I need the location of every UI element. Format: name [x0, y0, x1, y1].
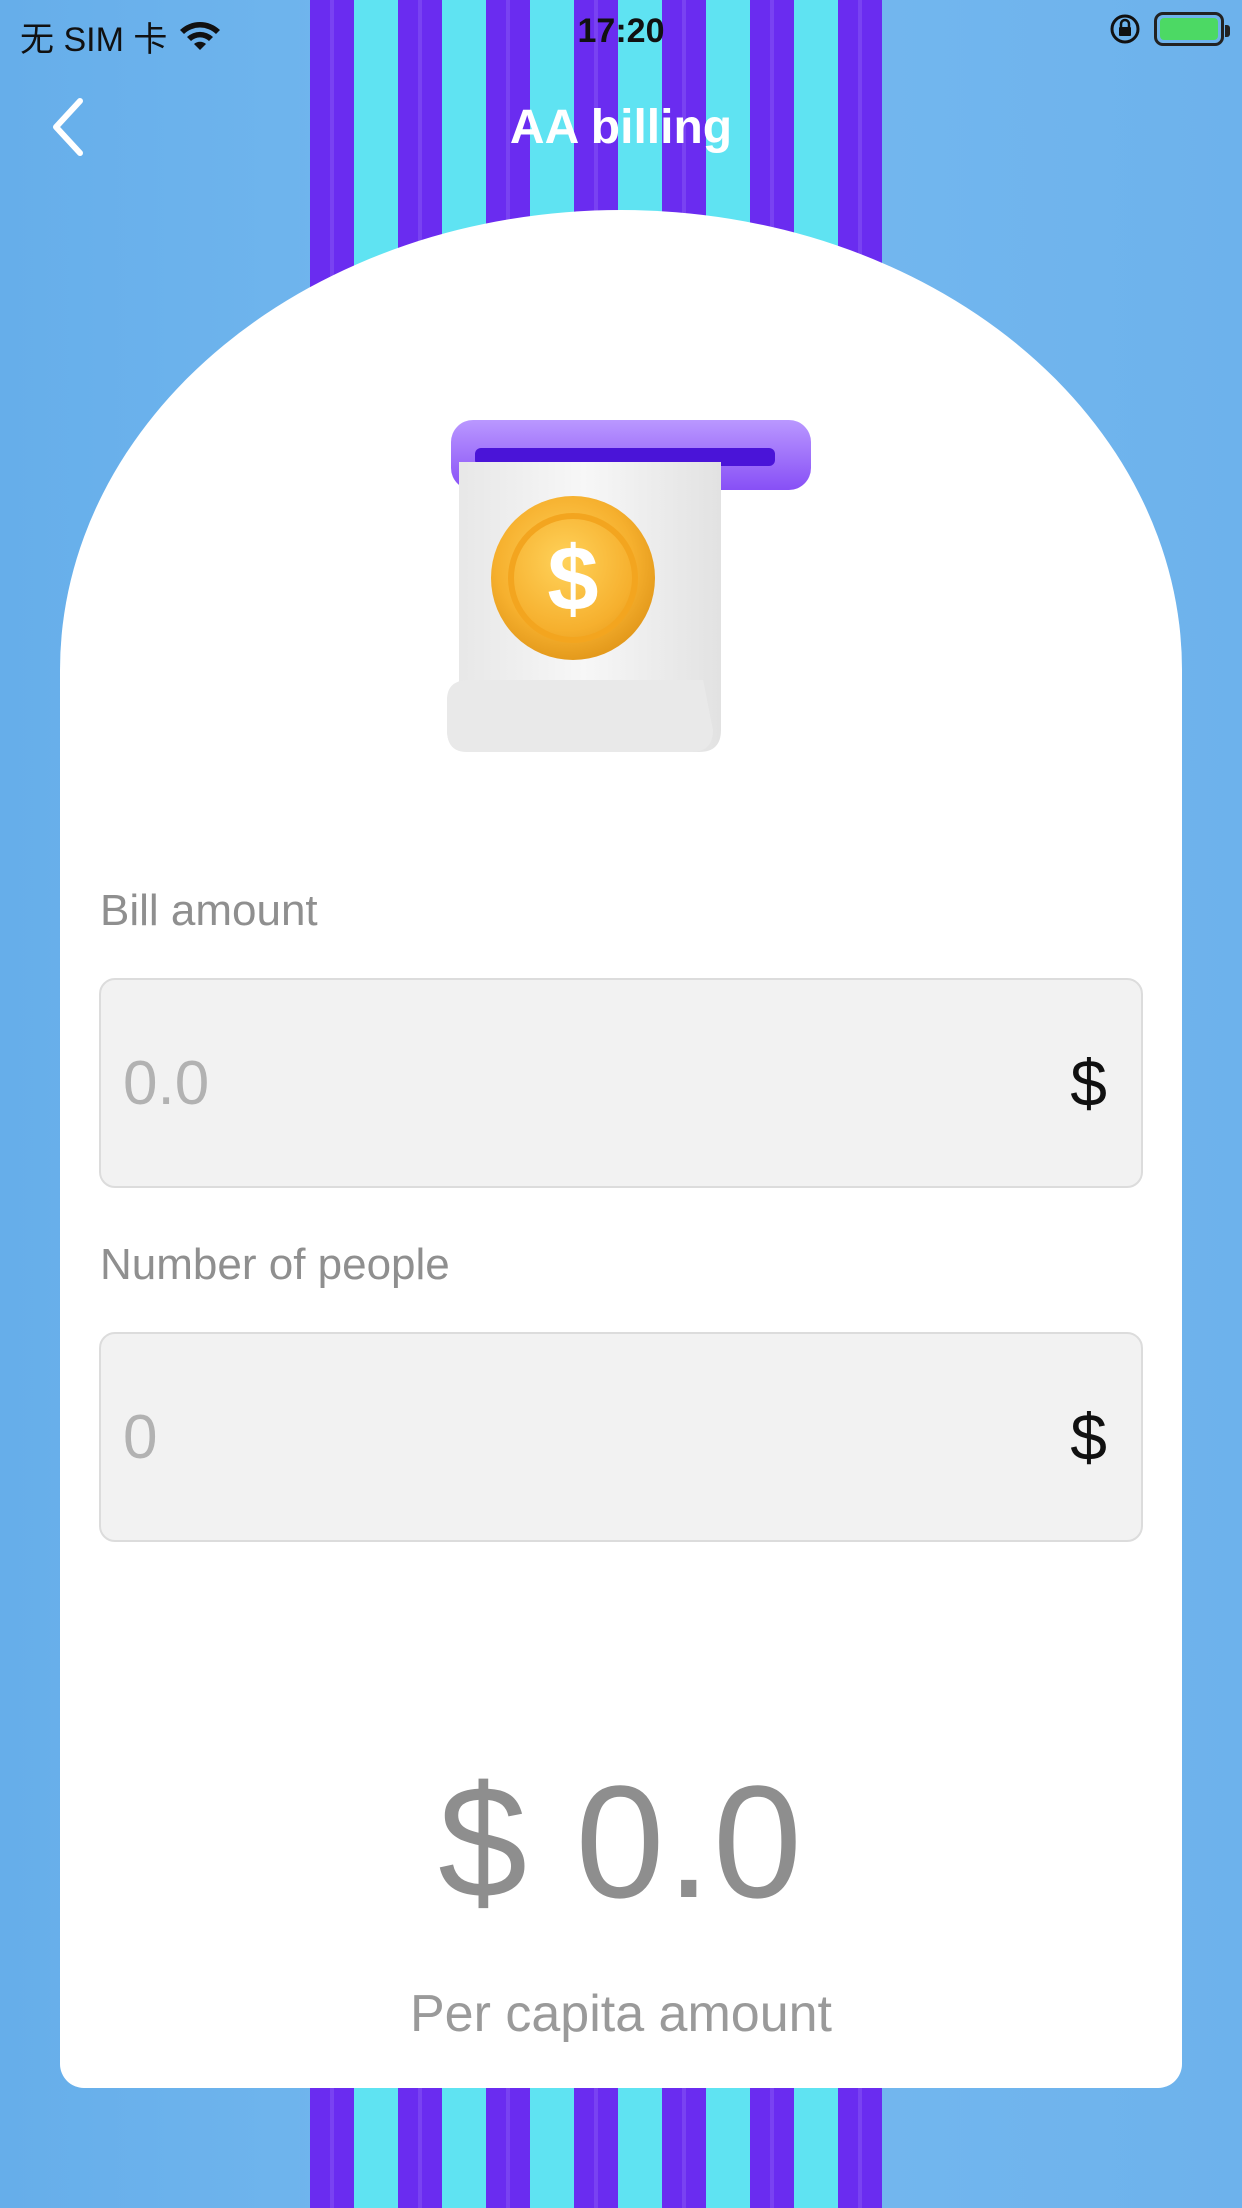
bill-amount-input[interactable] — [123, 1047, 973, 1119]
billing-card: $ Bill amount $ Number of people $ $ 0.0… — [60, 210, 1182, 2088]
receipt-dollar-icon: $ — [447, 420, 811, 752]
people-input[interactable] — [123, 1401, 973, 1473]
per-capita-value: $ 0.0 — [438, 1752, 804, 1931]
orientation-lock-icon — [1110, 14, 1140, 44]
status-bar: 无 SIM 卡 17:20 — [0, 0, 1242, 64]
nav-bar: AA billing — [0, 64, 1242, 194]
people-unit: $ — [1070, 1400, 1107, 1474]
status-right — [1108, 12, 1230, 46]
bill-amount-unit: $ — [1070, 1046, 1107, 1120]
page-title: AA billing — [509, 101, 733, 154]
per-capita-label: Per capita amount — [409, 1985, 833, 2043]
people-field[interactable]: $ — [99, 1332, 1143, 1542]
svg-text:$: $ — [547, 528, 598, 630]
status-time: 17:20 — [577, 12, 665, 50]
battery-icon — [1154, 12, 1230, 46]
bill-amount-label: Bill amount — [100, 886, 318, 935]
people-label: Number of people — [100, 1240, 450, 1289]
bill-amount-field[interactable]: $ — [99, 978, 1143, 1188]
